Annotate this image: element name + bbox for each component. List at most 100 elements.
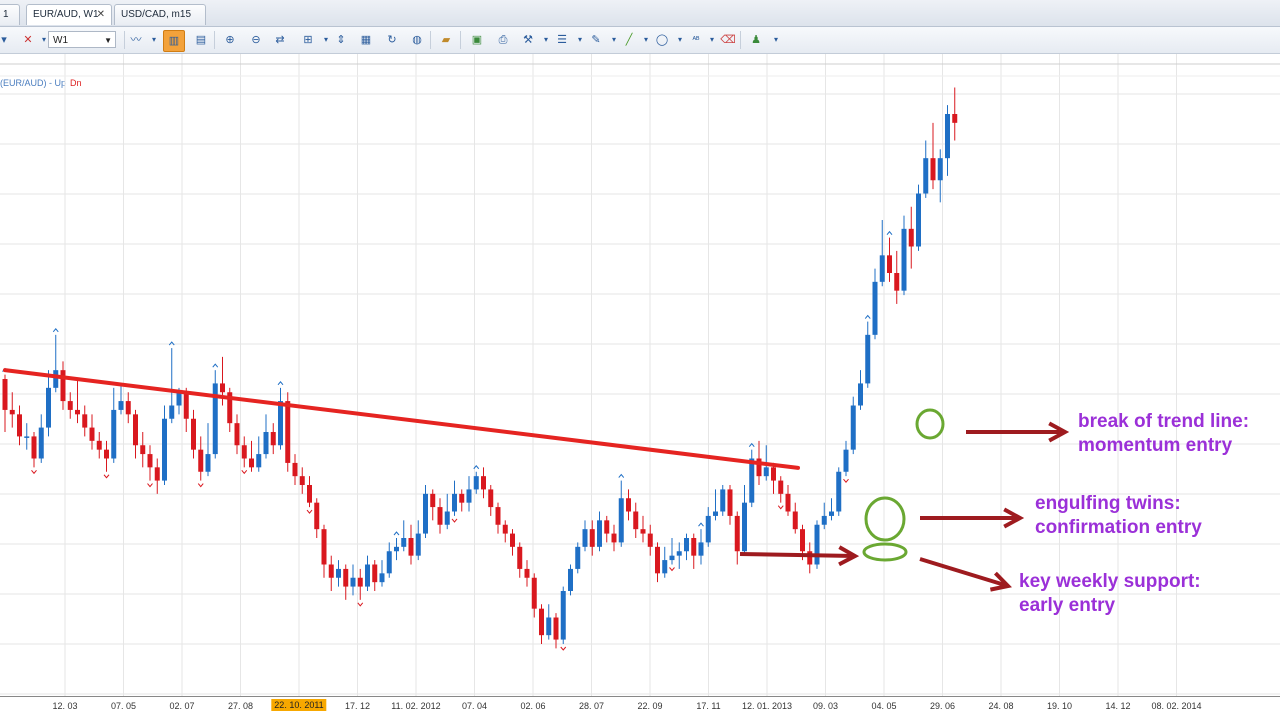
text-icon[interactable]: ᴬᴮ bbox=[688, 32, 704, 48]
fractal-down-arrow bbox=[777, 505, 784, 510]
time-axis-tick: 02. 07 bbox=[169, 701, 195, 711]
support-circle bbox=[862, 542, 908, 562]
candle-body bbox=[814, 524, 820, 565]
candle-body bbox=[502, 524, 508, 534]
candle-body bbox=[75, 409, 80, 415]
dropdown-arrow-icon[interactable]: ▾ bbox=[704, 32, 720, 48]
fractal-up-arrow bbox=[212, 363, 219, 368]
candle-body bbox=[539, 608, 544, 636]
candle-body bbox=[908, 228, 914, 247]
image-icon[interactable]: ▣ bbox=[469, 32, 485, 48]
zoom-out-icon[interactable]: ⊖ bbox=[248, 32, 264, 48]
time-axis-tick: 17. 12 bbox=[344, 701, 371, 711]
candle-body bbox=[669, 555, 675, 561]
chart-type-icon[interactable]: 〰 bbox=[128, 32, 144, 48]
candle-body bbox=[162, 418, 167, 481]
candle-body bbox=[452, 493, 457, 512]
candle-body bbox=[611, 533, 617, 543]
eraser-icon[interactable]: ⌫ bbox=[720, 32, 736, 48]
fractal-down-arrow bbox=[31, 470, 37, 475]
dropdown-arrow-icon[interactable]: ▾ bbox=[538, 32, 554, 48]
dropdown-arrow-icon[interactable]: ▾ bbox=[768, 32, 784, 48]
close-icon[interactable]: ✕ bbox=[97, 5, 105, 25]
tab-eur-aud-w1[interactable]: EUR/AUD, W1 ✕ bbox=[26, 4, 112, 25]
time-axis-tick: 29. 06 bbox=[929, 701, 956, 711]
ellipse-icon[interactable]: ◯ bbox=[654, 32, 670, 48]
candle-body bbox=[676, 551, 682, 556]
candle-body bbox=[147, 454, 153, 468]
tab-label: USD/CAD, m15 bbox=[121, 9, 192, 20]
dropdown-arrow-icon[interactable]: ▾ bbox=[0, 32, 12, 48]
zoom-in-icon[interactable]: ⊕ bbox=[222, 32, 238, 48]
pen-icon[interactable]: ✎ bbox=[588, 32, 604, 48]
candle-body bbox=[626, 498, 631, 512]
candle-body bbox=[850, 405, 856, 450]
ruler-icon[interactable]: ▰ bbox=[438, 32, 454, 48]
candle-body bbox=[473, 476, 479, 490]
dropdown-arrow-icon[interactable]: ▾ bbox=[606, 32, 622, 48]
candle-body bbox=[843, 449, 849, 472]
tab-label: 1 bbox=[3, 9, 9, 20]
candle-body bbox=[118, 401, 124, 410]
candle-body bbox=[31, 436, 37, 459]
bar-chart-icon[interactable]: ▤ bbox=[193, 32, 209, 48]
chart-toolbar: ▾ ✕ ▾ W1 ▼ 〰 ▾ ▥ ▤ ⊕ ⊖ ⇄ ⊞ ▾ ⇕ ▦ ↻ ◍ ▰ ▣ … bbox=[0, 27, 1280, 54]
candle-body bbox=[96, 440, 102, 450]
globe-icon[interactable]: ◍ bbox=[409, 32, 425, 48]
candle-body bbox=[952, 114, 958, 123]
candle-body bbox=[481, 476, 486, 490]
fractal-down-arrow bbox=[843, 478, 849, 483]
dropdown-arrow-icon[interactable]: ▾ bbox=[318, 32, 334, 48]
candle-body bbox=[691, 538, 697, 556]
candle-body bbox=[198, 449, 204, 472]
candle-body bbox=[488, 489, 494, 508]
candle-body bbox=[713, 511, 718, 516]
print-icon[interactable]: ⎙ bbox=[495, 32, 511, 48]
fractal-down-arrow bbox=[103, 474, 110, 479]
tab-usd-cad-m15[interactable]: USD/CAD, m15 bbox=[114, 4, 206, 25]
candle-body bbox=[640, 529, 646, 534]
candle-body bbox=[923, 158, 929, 194]
autoscroll-icon[interactable]: ⇄ bbox=[272, 32, 288, 48]
dropdown-arrow-icon[interactable]: ▾ bbox=[672, 32, 688, 48]
fractal-up-arrow bbox=[618, 473, 625, 478]
candle-body bbox=[531, 577, 537, 609]
vertical-line-icon[interactable]: ⇕ bbox=[333, 32, 349, 48]
candle-body bbox=[256, 454, 262, 468]
candle-body bbox=[46, 387, 51, 428]
annotation-line: confirmation entry bbox=[1035, 517, 1202, 538]
annotation-confirmation-entry: engulfing twins: confirmation entry bbox=[1035, 492, 1202, 540]
timeframe-select[interactable]: W1 ▼ bbox=[48, 31, 116, 48]
candle-body bbox=[169, 405, 175, 419]
time-axis-tick: 07. 05 bbox=[110, 701, 137, 711]
candle-body bbox=[394, 546, 399, 552]
cursor-icon[interactable]: ✕ bbox=[20, 32, 36, 48]
dropdown-arrow-icon[interactable]: ▾ bbox=[572, 32, 588, 48]
fractal-down-arrow bbox=[197, 483, 204, 488]
scale-fix-icon[interactable]: ⊞ bbox=[300, 32, 316, 48]
people-icon[interactable]: ♟ bbox=[748, 32, 764, 48]
template-icon[interactable]: ▦ bbox=[358, 32, 374, 48]
candle-chart-icon[interactable]: ▥ bbox=[163, 30, 185, 52]
dropdown-arrow-icon[interactable]: ▾ bbox=[638, 32, 654, 48]
tab-chart-1[interactable]: 1 bbox=[0, 4, 20, 25]
time-axis: 12. 03 07. 05 02. 07 27. 08 22. 10. 2011 17. … bbox=[0, 696, 1280, 721]
line-icon[interactable]: ╱ bbox=[621, 32, 637, 48]
candle-body bbox=[263, 432, 269, 455]
time-axis-tick: 09. 03 bbox=[812, 701, 839, 711]
time-axis-tick: 27. 08 bbox=[227, 701, 254, 711]
candle-body bbox=[140, 445, 146, 455]
time-axis-tick: 17. 11 bbox=[696, 701, 721, 711]
lines-icon[interactable]: ☰ bbox=[554, 32, 570, 48]
timeframe-value: W1 bbox=[53, 35, 68, 46]
tool-icon[interactable]: ⚒ bbox=[520, 32, 536, 48]
fractal-down-arrow bbox=[306, 509, 313, 514]
candle-body bbox=[582, 529, 588, 547]
time-axis-tick: 12. 01. 2013 bbox=[741, 701, 793, 711]
engulfing-circle bbox=[864, 496, 906, 542]
candle-body bbox=[437, 507, 443, 525]
refresh-icon[interactable]: ↻ bbox=[384, 32, 400, 48]
fractal-down-arrow bbox=[357, 602, 364, 607]
time-axis-tick: 24. 08 bbox=[988, 701, 1014, 711]
dropdown-arrow-icon[interactable]: ▾ bbox=[146, 32, 162, 48]
